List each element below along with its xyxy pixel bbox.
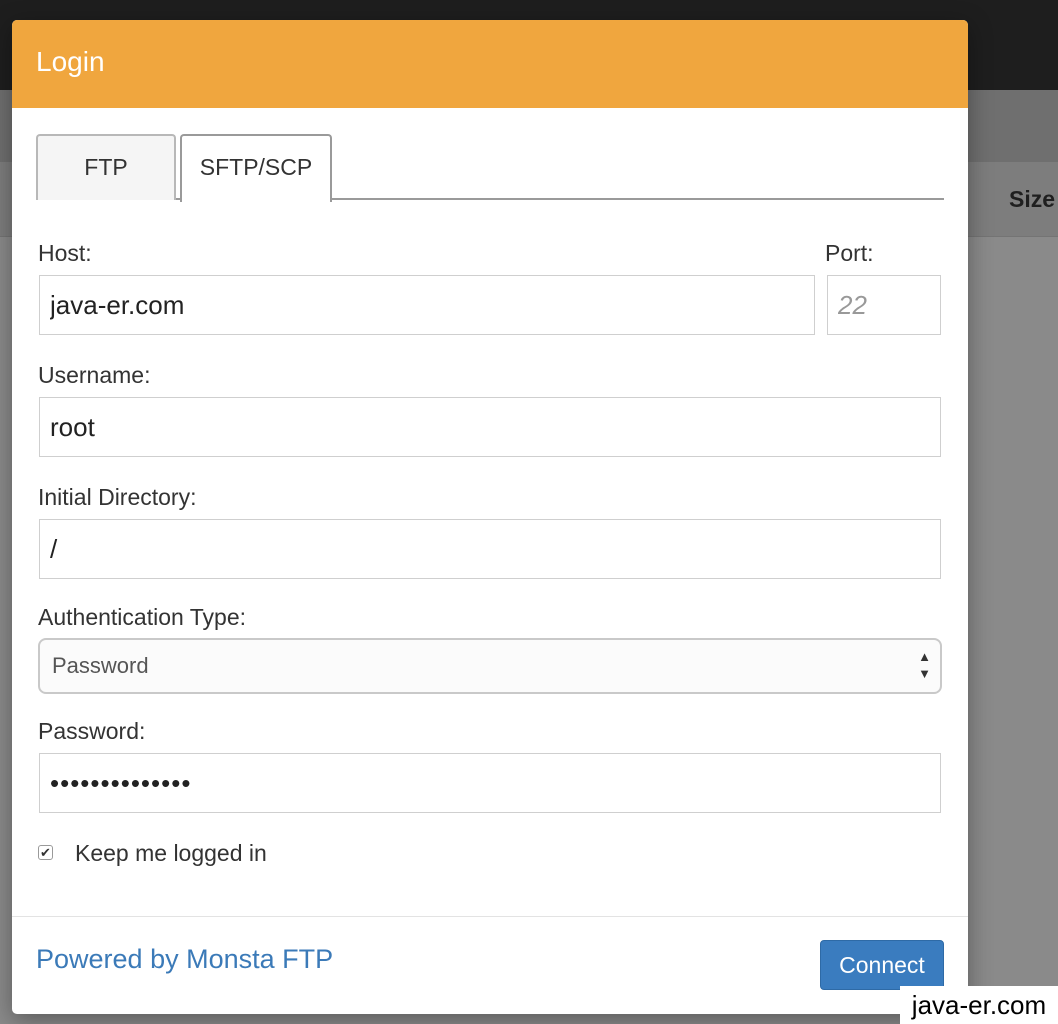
tab-ftp[interactable]: FTP — [36, 134, 176, 200]
password-label: Password: — [38, 718, 146, 744]
dialog-title: Login — [36, 46, 105, 77]
password-input[interactable] — [39, 753, 941, 813]
select-arrows-icon: ▲▼ — [917, 649, 932, 683]
initial-directory-input[interactable] — [39, 519, 941, 579]
port-label: Port: — [825, 240, 874, 266]
keep-logged-in-checkbox[interactable]: ✔ — [38, 845, 53, 860]
auth-type-label: Authentication Type: — [38, 604, 246, 630]
port-input[interactable] — [827, 275, 941, 335]
checkmark-icon: ✔ — [40, 845, 51, 860]
initial-directory-label: Initial Directory: — [38, 484, 197, 510]
keep-logged-in-label[interactable]: Keep me logged in — [75, 840, 267, 867]
auth-type-select[interactable]: Password ▲▼ — [38, 638, 942, 694]
auth-type-selected-value: Password — [52, 653, 149, 678]
tab-sftp-scp[interactable]: SFTP/SCP — [180, 134, 332, 202]
username-label: Username: — [38, 362, 151, 388]
host-input[interactable] — [39, 275, 815, 335]
connect-button[interactable]: Connect — [820, 940, 944, 990]
site-watermark: java-er.com — [900, 986, 1058, 1024]
host-label: Host: — [38, 240, 92, 266]
login-dialog: Login FTP SFTP/SCP Host: Port: Username:… — [12, 20, 968, 1014]
username-input[interactable] — [39, 397, 941, 457]
powered-by-link[interactable]: Powered by Monsta FTP — [36, 944, 333, 975]
column-header-size[interactable]: Size — [1009, 186, 1055, 213]
dialog-header: Login — [12, 20, 968, 108]
footer-divider — [12, 916, 968, 917]
